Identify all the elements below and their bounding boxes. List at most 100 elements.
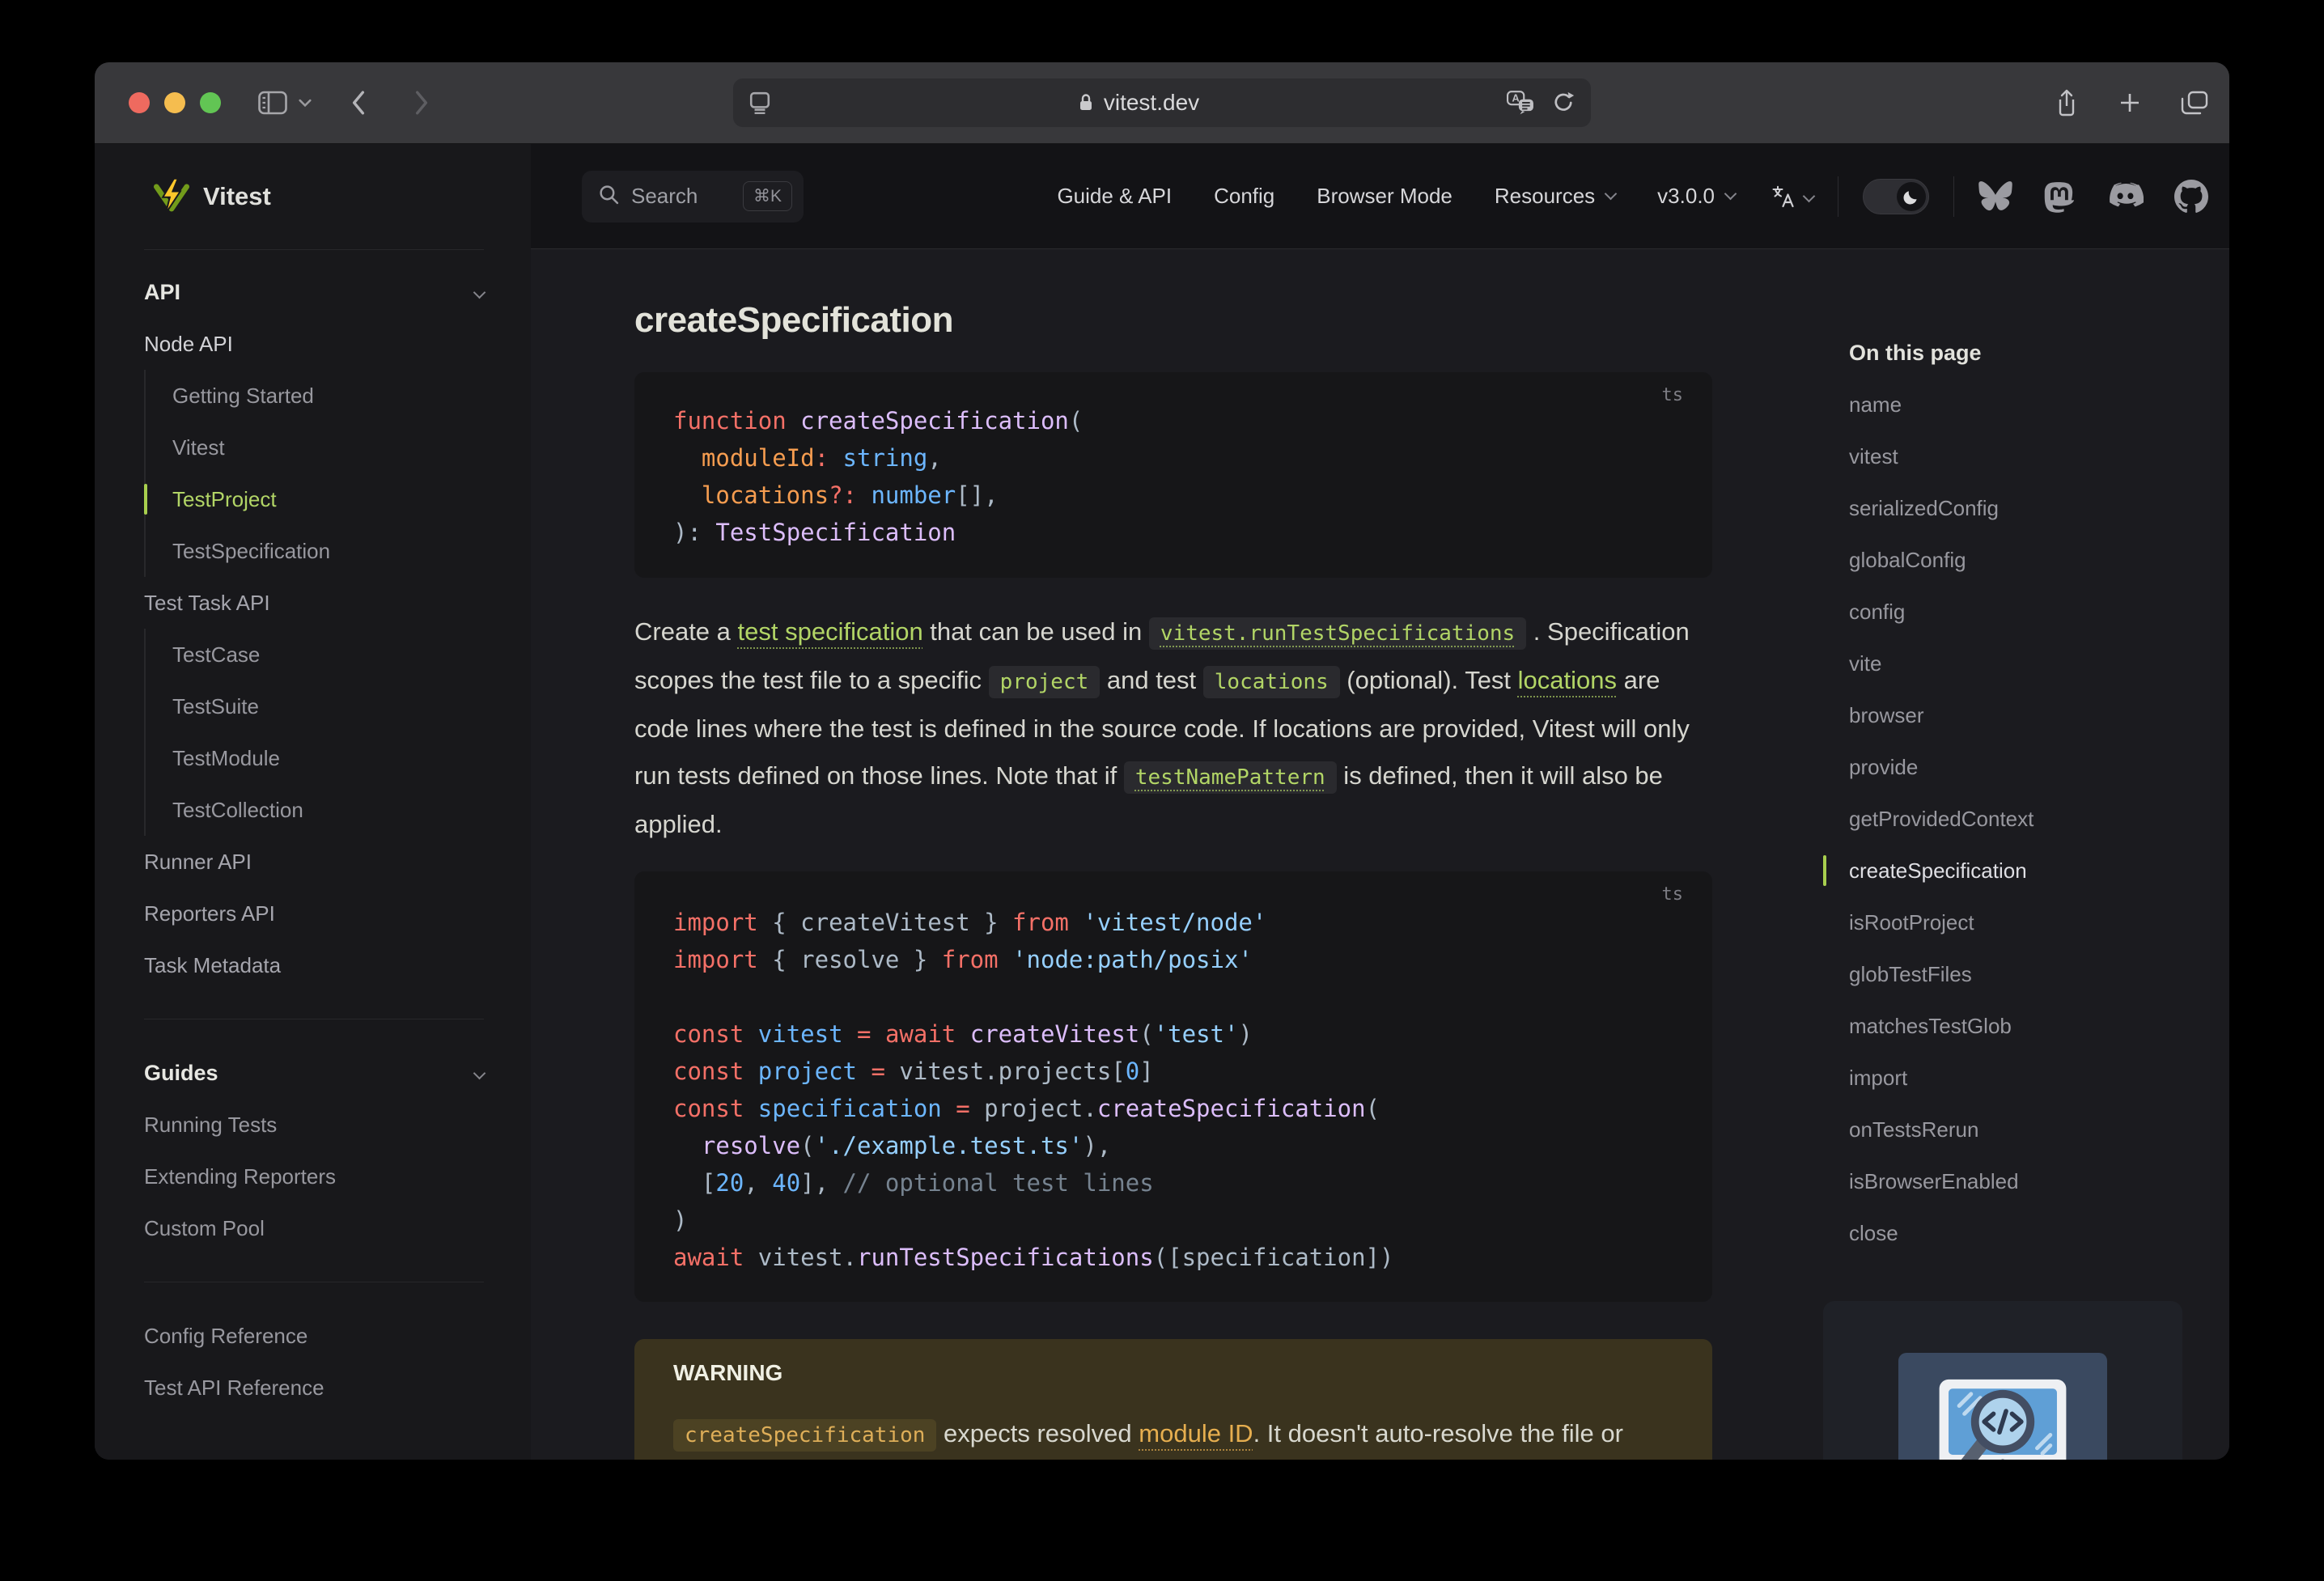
outline-item-browser[interactable]: browser [1823, 689, 2203, 741]
nav-link-guide-api[interactable]: Guide & API [1057, 184, 1172, 209]
sidebar-item-running-tests[interactable]: Running Tests [144, 1099, 484, 1151]
sponsor-card[interactable] [1823, 1301, 2182, 1460]
site-logo[interactable]: Vitest [95, 144, 531, 249]
sidebar-item-extending-reporters[interactable]: Extending Reporters [144, 1151, 484, 1202]
search-button[interactable]: Search ⌘K [582, 170, 804, 223]
code-block-signature: ts function createSpecification( moduleI… [634, 372, 1712, 578]
sidebar-item-testcase[interactable]: TestCase [146, 629, 484, 680]
close-window-button[interactable] [129, 92, 150, 113]
sidebar-dropdown-chevron-icon[interactable] [299, 99, 312, 108]
page-settings-icon[interactable] [749, 91, 770, 114]
sidebar-item-testcollection[interactable]: TestCollection [146, 784, 484, 836]
sidebar-section-guides[interactable]: Guides [144, 1047, 486, 1099]
vitest-logo-icon [154, 178, 189, 214]
outline-item-close[interactable]: close [1823, 1207, 2203, 1259]
outline-item-name[interactable]: name [1823, 379, 2203, 430]
vitest-docs-page: Vitest API Node API Getting Started Vitest T… [95, 144, 2229, 1460]
discord-link[interactable] [2106, 182, 2144, 211]
translate-icon[interactable]: A [1507, 91, 1534, 115]
sidebar-toggle-icon[interactable] [258, 91, 287, 115]
nav-link-config[interactable]: Config [1214, 184, 1274, 209]
outline-item-globalconfig[interactable]: globalConfig [1823, 534, 2203, 586]
text-run: and test [1100, 666, 1203, 694]
nav-link-label: Guide & API [1057, 184, 1173, 208]
sidebar-item-vitest[interactable]: Vitest [146, 422, 484, 473]
sidebar-item-reporters-api[interactable]: Reporters API [144, 888, 484, 939]
social-links [1978, 179, 2208, 214]
outline-item-isbrowserenabled[interactable]: isBrowserEnabled [1823, 1155, 2203, 1207]
sidebar-section-label: Guides [144, 1060, 218, 1085]
nav-link-v3-0-0[interactable]: v3.0.0 [1657, 184, 1737, 209]
sidebar-item-config-reference[interactable]: Config Reference [144, 1310, 484, 1362]
outline-item-globtestfiles[interactable]: globTestFiles [1823, 948, 2203, 1000]
chevron-down-icon [1604, 187, 1618, 201]
sidebar-item-getting started[interactable]: Getting Started [146, 370, 484, 422]
sidebar-item-testspecification[interactable]: TestSpecification [146, 525, 484, 577]
sidebar-item-testsuite[interactable]: TestSuite [146, 680, 484, 732]
nav-link-resources[interactable]: Resources [1495, 184, 1618, 209]
new-tab-icon[interactable] [2118, 91, 2142, 115]
inline-link[interactable]: test specification [738, 617, 923, 646]
sidebar-item-test-api-reference[interactable]: Test API Reference [144, 1362, 484, 1414]
code-line: resolve('./example.test.ts'), [701, 1132, 1112, 1159]
text-run: Create a [634, 617, 738, 646]
inline-link[interactable]: locations [1518, 666, 1617, 694]
outline-item-createspecification[interactable]: createSpecification [1823, 845, 2203, 896]
reload-icon[interactable] [1552, 91, 1575, 114]
divider [1953, 176, 1954, 217]
outline-item-ontestsrerun[interactable]: onTestsRerun [1823, 1104, 2203, 1155]
sidebar-item-task-metadata[interactable]: Task Metadata [144, 939, 484, 991]
mastodon-link[interactable] [2043, 180, 2076, 214]
sidebar-item-node-api[interactable]: Node API [144, 318, 484, 370]
language-menu[interactable] [1771, 184, 1816, 209]
sidebar-item-custom-pool[interactable]: Custom Pool [144, 1202, 484, 1254]
outline-item-config[interactable]: config [1823, 586, 2203, 638]
back-button[interactable] [350, 90, 367, 116]
sidebar-section-api[interactable]: API [144, 266, 486, 318]
sidebar-item-runner-api[interactable]: Runner API [144, 836, 484, 888]
inline-code: locations [1202, 666, 1340, 698]
zoom-window-button[interactable] [200, 92, 221, 113]
forward-button[interactable] [413, 90, 430, 116]
inline-link[interactable]: module ID [1139, 1419, 1253, 1447]
inline-code-link[interactable]: vitest.runTestSpecifications [1148, 617, 1527, 650]
code-line: import { createVitest } from 'vitest/nod… [673, 909, 1267, 936]
sidebar-item-testmodule[interactable]: TestModule [146, 732, 484, 784]
code-line: [20, 40], // optional test lines [673, 1169, 1154, 1197]
outline-item-provide[interactable]: provide [1823, 741, 2203, 793]
code-line: moduleId: string, [701, 444, 942, 472]
address-bar[interactable]: vitest.dev A [733, 78, 1591, 127]
sidebar-item-test-task-api[interactable]: Test Task API [144, 577, 484, 629]
github-link[interactable] [2174, 179, 2208, 214]
outline-item-matchestestglob[interactable]: matchesTestGlob [1823, 1000, 2203, 1052]
sidebar-nav: API Node API Getting Started Vitest TestProj… [144, 249, 486, 1414]
window-controls [129, 92, 221, 113]
sidebar-item-testproject[interactable]: TestProject [144, 473, 484, 525]
code-scanner-monitor-icon [1939, 1379, 2067, 1460]
top-navbar: Search ⌘K Guide & API Config Browser Mode R… [531, 144, 2229, 249]
lock-icon [1078, 92, 1094, 113]
outline-item-serializedconfig[interactable]: serializedConfig [1823, 482, 2203, 534]
code-line: await vitest.runTestSpecifications([spec… [673, 1244, 1394, 1271]
inline-code-link[interactable]: testNamePattern [1123, 761, 1337, 794]
outline-item-vitest[interactable]: vitest [1823, 430, 2203, 482]
outline-item-isrootproject[interactable]: isRootProject [1823, 896, 2203, 948]
outline-item-vite[interactable]: vite [1823, 638, 2203, 689]
svg-text:A: A [1512, 91, 1520, 104]
bluesky-link[interactable] [1978, 180, 2012, 212]
search-label: Search [631, 184, 698, 208]
share-icon[interactable] [2055, 87, 2079, 118]
search-shortcut: ⌘K [742, 181, 792, 211]
sidebar-group: TestCase TestSuite TestModule TestCollectio… [144, 629, 484, 836]
outline-item-getprovidedcontext[interactable]: getProvidedContext [1823, 793, 2203, 845]
nav-link-browser-mode[interactable]: Browser Mode [1317, 184, 1452, 209]
translate-language-icon [1772, 185, 1794, 207]
outline-item-import[interactable]: import [1823, 1052, 2203, 1104]
page-title: createSpecification [634, 300, 954, 340]
theme-toggle[interactable] [1863, 178, 1929, 214]
body-paragraph: Create a test specification that can be … [634, 608, 1712, 848]
tab-overview-icon[interactable] [2181, 90, 2208, 116]
discord-icon [2110, 182, 2144, 206]
minimize-window-button[interactable] [164, 92, 185, 113]
nav-links: Guide & API Config Browser Mode Resources v3… [1057, 184, 1737, 209]
